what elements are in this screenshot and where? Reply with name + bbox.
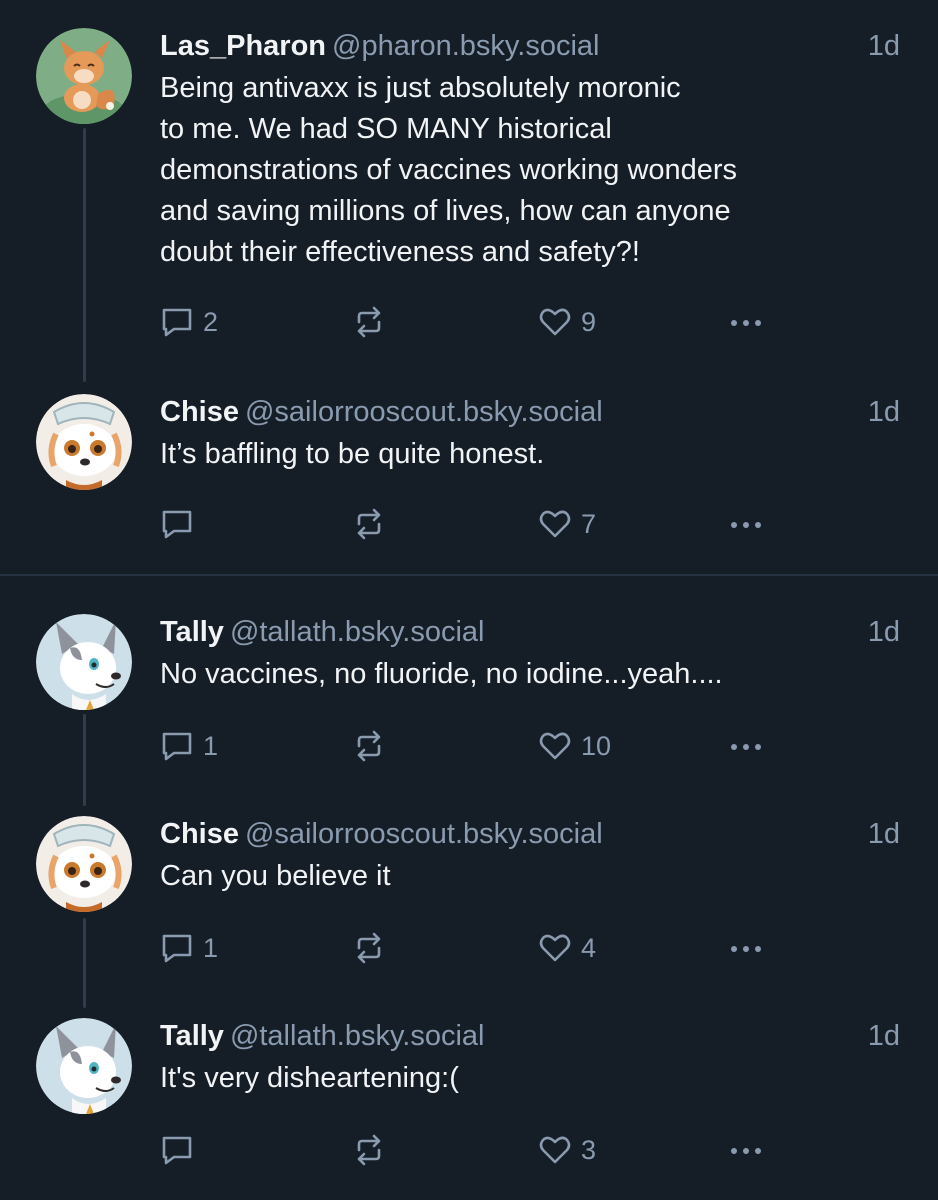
speech-bubble-icon: [162, 1136, 192, 1165]
timestamp[interactable]: 1d: [868, 1018, 900, 1054]
speech-bubble-icon: [162, 732, 192, 761]
speech-bubble-icon: [162, 510, 192, 539]
post-header: Tally @tallath.bsky.social: [160, 614, 485, 650]
post-text: Can you believe it: [160, 860, 391, 892]
repost-button[interactable]: [352, 1132, 386, 1168]
display-name[interactable]: Tally: [160, 1020, 224, 1052]
handle[interactable]: @tallath.bsky.social: [230, 616, 485, 648]
post[interactable]: Tally @tallath.bsky.social 1d No vaccines…: [0, 614, 938, 774]
post-actions: 1 4: [160, 930, 780, 966]
reply-count: 1: [203, 932, 219, 963]
timestamp[interactable]: 1d: [868, 28, 900, 64]
avatar[interactable]: [36, 614, 132, 710]
post-header: Las_Pharon @pharon.bsky.social: [160, 28, 599, 64]
display-name[interactable]: Las_Pharon: [160, 30, 326, 62]
avatar[interactable]: [36, 816, 132, 912]
repost-arrows-icon: [357, 932, 381, 964]
more-options-button[interactable]: [726, 930, 766, 966]
like-count: 7: [581, 508, 597, 539]
more-options-button[interactable]: [726, 728, 766, 764]
post-text: It’s baffling to be quite honest.: [160, 438, 545, 470]
heart-icon: [539, 934, 571, 962]
display-name[interactable]: Tally: [160, 616, 224, 648]
heart-icon: [539, 510, 571, 538]
post-header: Tally @tallath.bsky.social: [160, 1018, 485, 1054]
repost-arrows-icon: [357, 508, 381, 540]
post-header: Chise @sailorrooscout.bsky.social: [160, 394, 603, 430]
like-button[interactable]: 3: [538, 1132, 596, 1168]
repost-arrows-icon: [357, 730, 381, 762]
post-text: No vaccines, no fluoride, no iodine...ye…: [160, 658, 723, 690]
display-name[interactable]: Chise: [160, 396, 239, 428]
reply-button[interactable]: [160, 1132, 203, 1168]
like-count: 3: [581, 1134, 597, 1165]
post-actions: 3: [160, 1132, 780, 1168]
heart-icon: [539, 732, 571, 760]
ellipsis-icon: [731, 522, 761, 528]
post-text: It's very disheartening:(: [160, 1062, 459, 1094]
avatar[interactable]: [36, 1018, 132, 1114]
heart-icon: [539, 308, 571, 336]
like-count: 10: [581, 730, 612, 761]
like-count: 9: [581, 306, 597, 337]
repost-button[interactable]: [352, 930, 386, 966]
reply-button[interactable]: 1: [160, 930, 218, 966]
ellipsis-icon: [731, 946, 761, 952]
repost-button[interactable]: [352, 506, 386, 542]
like-button[interactable]: 10: [538, 728, 611, 764]
avatar[interactable]: [36, 28, 132, 124]
reply-count: 2: [203, 306, 219, 337]
ellipsis-icon: [731, 744, 761, 750]
reply-count: 1: [203, 730, 219, 761]
like-button[interactable]: 9: [538, 304, 596, 340]
post-actions: 1 10: [160, 728, 780, 764]
like-button[interactable]: 4: [538, 930, 596, 966]
post-actions: 2 9: [160, 304, 780, 340]
more-options-button[interactable]: [726, 304, 766, 340]
speech-bubble-icon: [162, 934, 192, 963]
timestamp[interactable]: 1d: [868, 614, 900, 650]
repost-button[interactable]: [352, 304, 386, 340]
more-options-button[interactable]: [726, 506, 766, 542]
handle[interactable]: @sailorrooscout.bsky.social: [245, 396, 603, 428]
speech-bubble-icon: [162, 308, 192, 337]
post[interactable]: Chise @sailorrooscout.bsky.social 1d Can …: [0, 816, 938, 976]
post[interactable]: Tally @tallath.bsky.social 1d It's very d…: [0, 1018, 938, 1178]
post-actions: 7: [160, 506, 780, 542]
reply-button[interactable]: [160, 506, 203, 542]
post[interactable]: Las_Pharon @pharon.bsky.social 1d Being a…: [0, 28, 938, 348]
ellipsis-icon: [731, 320, 761, 326]
handle[interactable]: @tallath.bsky.social: [230, 1020, 485, 1052]
timestamp[interactable]: 1d: [868, 394, 900, 430]
heart-icon: [539, 1136, 571, 1164]
more-options-button[interactable]: [726, 1132, 766, 1168]
repost-button[interactable]: [352, 728, 386, 764]
display-name[interactable]: Chise: [160, 818, 239, 850]
timestamp[interactable]: 1d: [868, 816, 900, 852]
repost-arrows-icon: [357, 1134, 381, 1166]
post-header: Chise @sailorrooscout.bsky.social: [160, 816, 603, 852]
thread-divider: [0, 574, 938, 576]
reply-button[interactable]: 2: [160, 304, 218, 340]
repost-arrows-icon: [357, 306, 381, 338]
post-text: Being antivaxx is just absolutely moroni…: [160, 72, 738, 268]
ellipsis-icon: [731, 1148, 761, 1154]
handle[interactable]: @sailorrooscout.bsky.social: [245, 818, 603, 850]
reply-button[interactable]: 1: [160, 728, 218, 764]
like-count: 4: [581, 932, 597, 963]
handle[interactable]: @pharon.bsky.social: [332, 30, 599, 62]
post[interactable]: Chise @sailorrooscout.bsky.social 1d It’s…: [0, 394, 938, 554]
avatar[interactable]: [36, 394, 132, 490]
like-button[interactable]: 7: [538, 506, 596, 542]
